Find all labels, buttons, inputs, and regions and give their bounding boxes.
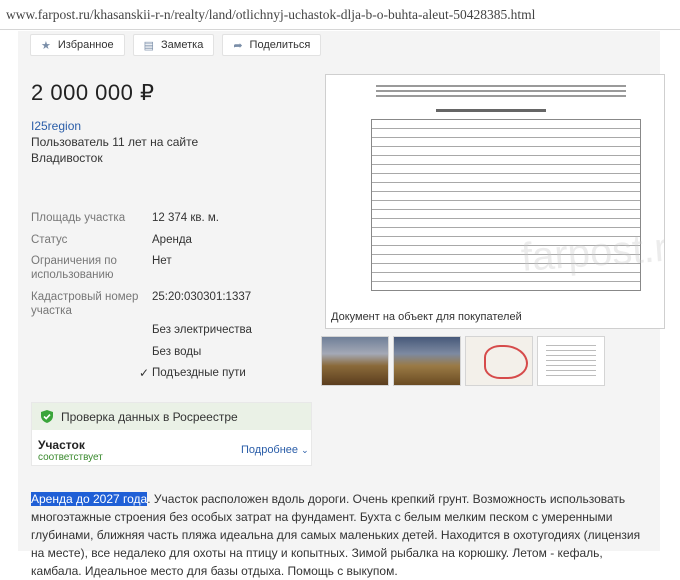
thumbnail-landscape-1[interactable] — [321, 336, 389, 386]
document-caption: Документ на объект для покупателей — [328, 309, 525, 325]
star-icon: ★ — [41, 39, 51, 52]
cadastral-value: 25:20:030301:1337 — [152, 291, 252, 303]
restrictions-label: Ограничения по использованию — [31, 255, 117, 281]
more-details-link[interactable]: Подробнее ⌄ — [241, 444, 309, 456]
photo-thumbnails — [321, 336, 605, 386]
listing-toolbar: ★ Избранное ▤ Заметка ➦ Поделиться — [30, 34, 322, 56]
shield-check-icon — [41, 410, 53, 423]
share-button[interactable]: ➦ Поделиться — [222, 34, 322, 56]
verification-header: Проверка данных в Росреестре — [32, 403, 311, 430]
verification-title: Проверка данных в Росреестре — [61, 409, 238, 424]
rosreestr-verification: Проверка данных в Росреестре Участок соо… — [31, 402, 312, 466]
address-bar[interactable]: www.farpost.ru/khasanskii-r-n/realty/lan… — [0, 0, 680, 30]
status-label: Статус — [31, 234, 68, 246]
favorite-label: Избранное — [57, 39, 114, 51]
description-highlight: Аренда до 2027 года — [31, 492, 148, 506]
favorite-button[interactable]: ★ Избранное — [30, 34, 125, 56]
chevron-down-icon: ⌄ — [301, 445, 309, 455]
note-label: Заметка — [161, 39, 204, 51]
thumbnail-document[interactable] — [537, 336, 605, 386]
member-since: Пользователь 11 лет на сайте — [31, 135, 199, 149]
note-button[interactable]: ▤ Заметка — [132, 34, 215, 56]
feature-roads: Подъездные пути — [152, 367, 246, 379]
description: Аренда до 2027 года. Участок расположен … — [31, 490, 651, 580]
document-header — [376, 85, 626, 101]
thumbnail-landscape-2[interactable] — [393, 336, 461, 386]
verification-status: соответствует — [38, 452, 103, 463]
verification-item: Участок — [38, 438, 85, 452]
restrictions-value: Нет — [152, 255, 172, 267]
seller-link[interactable]: I25region — [31, 119, 81, 133]
thumbnail-map[interactable] — [465, 336, 533, 386]
status-value: Аренда — [152, 234, 192, 246]
feature-electricity: Без электричества — [152, 324, 252, 336]
seller-city: Владивосток — [31, 151, 103, 165]
document-image[interactable]: farpost.ru Документ на объект для покупа… — [325, 74, 665, 329]
more-details-label: Подробнее — [241, 444, 299, 456]
check-icon: ✓ — [139, 366, 150, 380]
price: 2 000 000 ₽ — [31, 80, 155, 105]
share-icon: ➦ — [233, 39, 243, 52]
document-title-line — [436, 109, 546, 112]
area-label: Площадь участка — [31, 212, 126, 224]
share-label: Поделиться — [249, 39, 311, 51]
area-value: 12 374 кв. м. — [152, 212, 220, 224]
cadastral-label: Кадастровый номер участка — [31, 291, 139, 317]
note-icon: ▤ — [143, 39, 155, 52]
feature-water: Без воды — [152, 346, 202, 358]
